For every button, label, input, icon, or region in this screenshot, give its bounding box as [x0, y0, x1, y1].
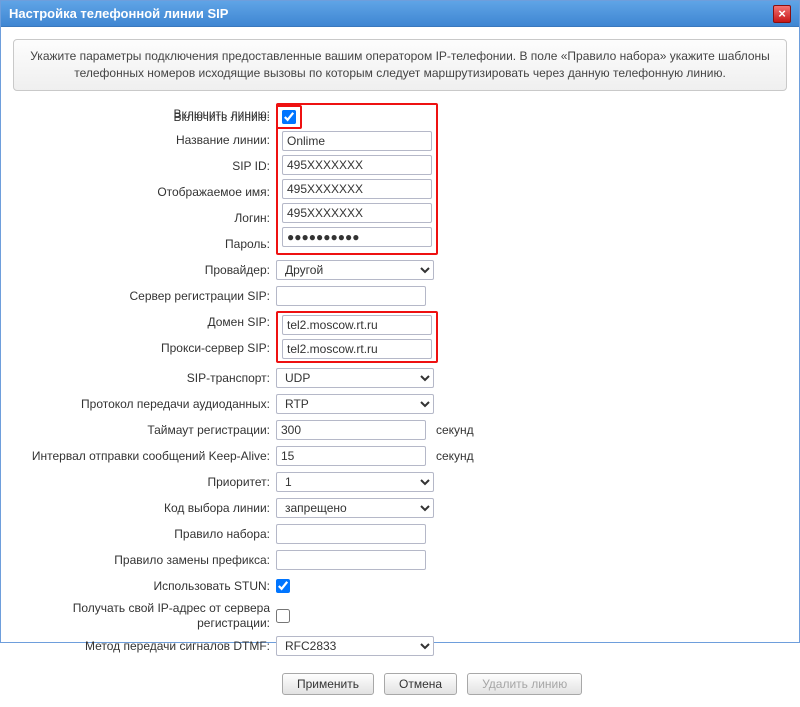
label-regtimeout: Таймаут регистрации: [13, 423, 276, 437]
unit-seconds-1: секунд [436, 423, 474, 437]
unit-seconds-2: секунд [436, 449, 474, 463]
highlight-identity [276, 103, 438, 255]
label-audio: Протокол передачи аудиоданных: [13, 397, 276, 411]
line-code-select[interactable]: запрещено [276, 498, 434, 518]
cancel-button[interactable]: Отмена [384, 673, 457, 695]
sip-domain-input[interactable] [282, 315, 432, 335]
keepalive-input[interactable] [276, 446, 426, 466]
titlebar: Настройка телефонной линии SIP × [1, 1, 799, 27]
provider-select[interactable]: Другой [276, 260, 434, 280]
label-regserver: Сервер регистрации SIP: [13, 289, 276, 303]
dialog-body: Укажите параметры подключения предоставл… [1, 27, 799, 707]
form-fields: Включить линию: Название линии: SIP ID: … [13, 103, 787, 695]
prefix-rule-input[interactable] [276, 550, 426, 570]
sip-proxy-input[interactable] [282, 339, 432, 359]
reg-timeout-input[interactable] [276, 420, 426, 440]
label-iphdr: Получать свой IP-адрес от сервера регист… [13, 601, 276, 631]
label-sipid: SIP ID: [13, 155, 276, 177]
button-bar: Применить Отмена Удалить линию [282, 673, 787, 695]
sip-id-input[interactable] [282, 155, 432, 175]
close-icon[interactable]: × [773, 5, 791, 23]
highlight-domain-proxy [276, 311, 438, 363]
label-display: Отображаемое имя: [13, 181, 276, 203]
line-name-input[interactable] [282, 131, 432, 151]
audio-protocol-select[interactable]: RTP [276, 394, 434, 414]
label-password: Пароль: [13, 233, 276, 255]
label-priority: Приоритет: [13, 475, 276, 489]
stun-checkbox[interactable] [276, 579, 290, 593]
display-name-input[interactable] [282, 179, 432, 199]
sip-line-dialog: Настройка телефонной линии SIP × Укажите… [0, 0, 800, 643]
label-login: Логин: [13, 207, 276, 229]
enable-line-checkbox[interactable] [282, 110, 296, 124]
label-enable2: Включить линию: [13, 103, 276, 125]
dialog-title: Настройка телефонной линии SIP [9, 6, 773, 21]
password-input[interactable] [282, 227, 432, 247]
label-transport: SIP-транспорт: [13, 371, 276, 385]
label-linecode: Код выбора линии: [13, 501, 276, 515]
label-name: Название линии: [13, 129, 276, 151]
reg-server-input[interactable] [276, 286, 426, 306]
delete-line-button: Удалить линию [467, 673, 582, 695]
label-dtmf: Метод передачи сигналов DTMF: [13, 639, 276, 653]
hint-text: Укажите параметры подключения предоставл… [13, 39, 787, 91]
label-dialrule: Правило набора: [13, 527, 276, 541]
label-stun: Использовать STUN: [13, 579, 276, 593]
sip-transport-select[interactable]: UDP [276, 368, 434, 388]
ip-from-registrar-checkbox[interactable] [276, 609, 290, 623]
label-domain: Домен SIP: [13, 311, 276, 333]
login-input[interactable] [282, 203, 432, 223]
dial-rule-input[interactable] [276, 524, 426, 544]
priority-select[interactable]: 1 [276, 472, 434, 492]
label-proxy: Прокси-сервер SIP: [13, 337, 276, 359]
apply-button[interactable]: Применить [282, 673, 374, 695]
label-prefix: Правило замены префикса: [13, 553, 276, 567]
dtmf-select[interactable]: RFC2833 [276, 636, 434, 656]
label-provider: Провайдер: [13, 263, 276, 277]
label-keepalive: Интервал отправки сообщений Keep-Alive: [13, 449, 276, 463]
